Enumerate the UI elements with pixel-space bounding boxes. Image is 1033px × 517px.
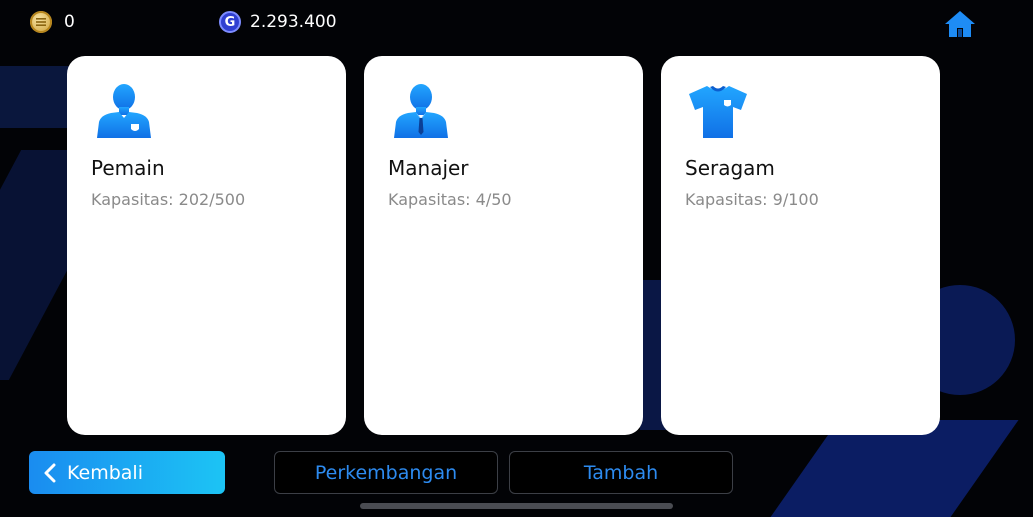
- card-capacity: Kapasitas: 4/50: [388, 190, 512, 209]
- gp-amount: 2.293.400: [250, 12, 337, 32]
- coin-amount: 0: [64, 12, 75, 32]
- development-button-label: Perkembangan: [314, 461, 458, 484]
- development-button[interactable]: Perkembangan: [274, 451, 498, 494]
- card-managers[interactable]: Manajer Kapasitas: 4/50: [364, 56, 643, 435]
- home-icon: [945, 11, 975, 37]
- coin-icon: [30, 11, 52, 33]
- back-button-label: Kembali: [67, 461, 143, 484]
- gp-balance: G 2.293.400: [219, 10, 337, 34]
- chevron-left-icon: [43, 463, 57, 483]
- manager-icon: [390, 82, 452, 140]
- player-icon: [93, 82, 155, 140]
- card-kits[interactable]: Seragam Kapasitas: 9/100: [661, 56, 940, 435]
- screen: 0 G 2.293.400 Pemain Kapasitas: 202/500 …: [0, 0, 1033, 517]
- home-button[interactable]: [943, 8, 977, 40]
- coin-balance: 0: [30, 10, 75, 34]
- card-title: Seragam: [685, 156, 775, 180]
- kit-icon: [687, 82, 749, 140]
- back-button[interactable]: Kembali: [29, 451, 225, 494]
- gp-icon: G: [219, 11, 241, 33]
- add-button-label: Tambah: [583, 461, 659, 484]
- card-title: Manajer: [388, 156, 469, 180]
- card-title: Pemain: [91, 156, 165, 180]
- add-button[interactable]: Tambah: [509, 451, 733, 494]
- card-capacity: Kapasitas: 9/100: [685, 190, 819, 209]
- home-indicator[interactable]: [360, 503, 673, 509]
- card-capacity: Kapasitas: 202/500: [91, 190, 246, 209]
- card-players[interactable]: Pemain Kapasitas: 202/500: [67, 56, 346, 435]
